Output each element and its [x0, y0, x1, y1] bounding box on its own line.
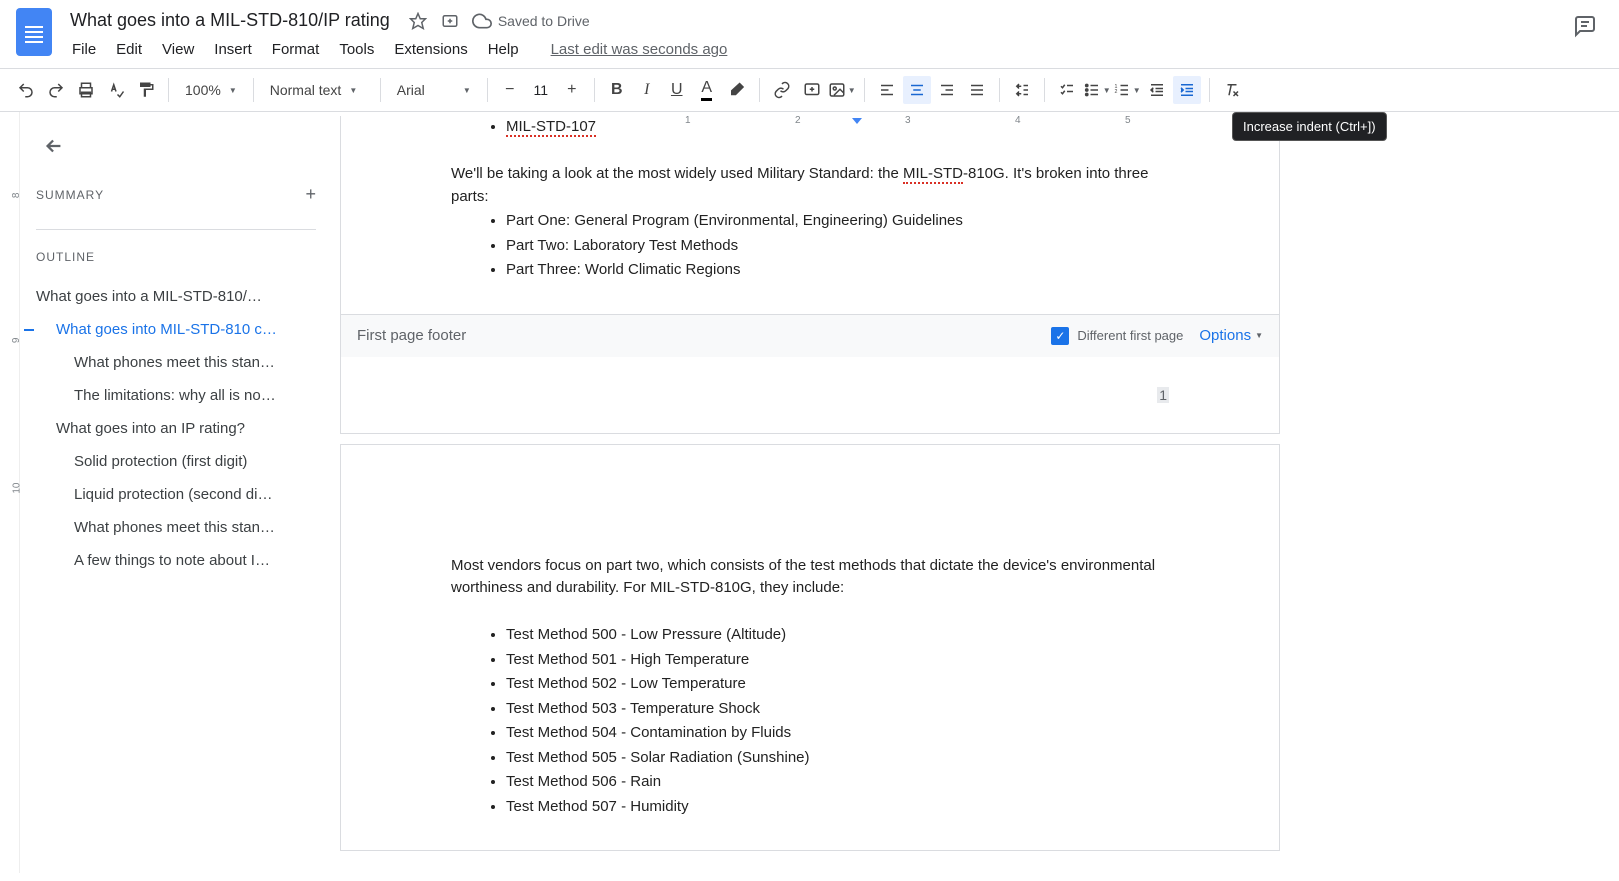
menu-help[interactable]: Help — [480, 37, 527, 62]
print-button[interactable] — [72, 76, 100, 104]
list-item[interactable]: Test Method 500 - Low Pressure (Altitude… — [506, 624, 1169, 647]
paint-format-button[interactable] — [132, 76, 160, 104]
italic-button[interactable]: I — [633, 76, 661, 104]
list-item[interactable]: Test Method 507 - Humidity — [506, 796, 1169, 819]
horizontal-ruler[interactable]: 1 2 3 4 5 6 — [350, 112, 1619, 128]
list-item[interactable]: Test Method 501 - High Temperature — [506, 649, 1169, 672]
menu-edit[interactable]: Edit — [108, 37, 150, 62]
menu-extensions[interactable]: Extensions — [386, 37, 475, 62]
docs-logo-icon[interactable] — [16, 8, 52, 56]
outline-item[interactable]: Solid protection (first digit) — [24, 445, 328, 478]
insert-comment-button[interactable] — [798, 76, 826, 104]
align-center-button[interactable] — [903, 76, 931, 104]
document-page-1: MIL-STD-107 We'll be taking a look at th… — [340, 116, 1280, 434]
comment-history-icon[interactable] — [1567, 8, 1603, 44]
bold-button[interactable]: B — [603, 76, 631, 104]
increase-indent-button[interactable] — [1173, 76, 1201, 104]
cloud-status[interactable]: Saved to Drive — [472, 11, 590, 31]
highlight-button[interactable] — [723, 76, 751, 104]
outline-sidebar: SUMMARY + OUTLINE What goes into a MIL-S… — [20, 112, 340, 873]
list-item[interactable]: Test Method 503 - Temperature Shock — [506, 698, 1169, 721]
checkmark-icon: ✓ — [1051, 327, 1069, 345]
saved-status-text: Saved to Drive — [498, 13, 590, 29]
document-page-2: Most vendors focus on part two, which co… — [340, 444, 1280, 852]
list-item[interactable]: Part Two: Laboratory Test Methods — [506, 235, 1169, 258]
outline-item[interactable]: What phones meet this stan… — [24, 346, 328, 379]
font-select[interactable]: Arial▼ — [389, 78, 479, 102]
undo-button[interactable] — [12, 76, 40, 104]
menu-bar: File Edit View Insert Format Tools Exten… — [64, 37, 1567, 62]
vertical-ruler: 8 9 10 — [0, 112, 20, 873]
insert-link-button[interactable] — [768, 76, 796, 104]
footer-options-button[interactable]: Options▼ — [1199, 327, 1263, 344]
list-item[interactable]: Part Three: World Climatic Regions — [506, 259, 1169, 282]
decrease-indent-button[interactable] — [1143, 76, 1171, 104]
list-item[interactable]: Part One: General Program (Environmental… — [506, 210, 1169, 233]
align-left-button[interactable] — [873, 76, 901, 104]
move-icon[interactable] — [440, 11, 460, 31]
tooltip: Increase indent (Ctrl+]) — [1232, 112, 1387, 141]
paragraph[interactable]: We'll be taking a look at the most widel… — [451, 163, 1169, 208]
outline-item[interactable]: What goes into MIL-STD-810 c… — [24, 313, 328, 346]
outline-item[interactable]: What goes into a MIL-STD-810/… — [24, 280, 328, 313]
footer-editor-bar: First page footer ✓ Different first page… — [341, 314, 1279, 357]
last-edit-link[interactable]: Last edit was seconds ago — [543, 37, 736, 62]
document-title[interactable]: What goes into a MIL-STD-810/IP rating — [64, 8, 396, 33]
outline-item[interactable]: The limitations: why all is no… — [24, 379, 328, 412]
list-item[interactable]: Test Method 502 - Low Temperature — [506, 673, 1169, 696]
list-item[interactable]: Test Method 505 - Solar Radiation (Sunsh… — [506, 747, 1169, 770]
align-right-button[interactable] — [933, 76, 961, 104]
checklist-button[interactable] — [1053, 76, 1081, 104]
menu-format[interactable]: Format — [264, 37, 328, 62]
outline-item[interactable]: Liquid protection (second di… — [24, 478, 328, 511]
numbered-list-button[interactable]: 12▼ — [1113, 76, 1141, 104]
page-footer[interactable]: 1 — [341, 357, 1279, 433]
different-first-page-checkbox[interactable]: ✓ Different first page — [1051, 327, 1183, 345]
menu-insert[interactable]: Insert — [206, 37, 260, 62]
summary-label: SUMMARY — [36, 188, 104, 202]
list-item[interactable]: Test Method 506 - Rain — [506, 771, 1169, 794]
align-justify-button[interactable] — [963, 76, 991, 104]
spellcheck-button[interactable] — [102, 76, 130, 104]
outline-item[interactable]: What phones meet this stan… — [24, 511, 328, 544]
svg-text:2: 2 — [1114, 89, 1117, 95]
document-canvas[interactable]: 1 2 3 4 5 6 MIL-STD-107 We'll be taking … — [340, 112, 1619, 873]
app-header: What goes into a MIL-STD-810/IP rating S… — [0, 0, 1619, 62]
text-color-button[interactable]: A — [693, 76, 721, 104]
underline-button[interactable]: U — [663, 76, 691, 104]
add-summary-button[interactable]: + — [305, 184, 316, 205]
clear-formatting-button[interactable] — [1218, 76, 1246, 104]
font-size-decrease[interactable]: − — [496, 76, 524, 104]
first-line-indent-marker[interactable] — [852, 118, 862, 124]
zoom-select[interactable]: 100%▼ — [177, 78, 245, 102]
redo-button[interactable] — [42, 76, 70, 104]
toolbar: 100%▼ Normal text▼ Arial▼ − 11 + B I U A… — [0, 68, 1619, 112]
paragraph[interactable]: Most vendors focus on part two, which co… — [451, 555, 1169, 600]
insert-image-button[interactable]: ▼ — [828, 76, 856, 104]
outline-item[interactable]: A few things to note about I… — [24, 544, 328, 577]
bullet-list-button[interactable]: ▼ — [1083, 76, 1111, 104]
menu-file[interactable]: File — [64, 37, 104, 62]
line-spacing-button[interactable] — [1008, 76, 1036, 104]
font-size-input[interactable]: 11 — [526, 82, 556, 98]
list-item[interactable]: Test Method 504 - Contamination by Fluid… — [506, 722, 1169, 745]
star-icon[interactable] — [408, 11, 428, 31]
font-size-increase[interactable]: + — [558, 76, 586, 104]
paragraph-style-select[interactable]: Normal text▼ — [262, 78, 372, 102]
outline-label: OUTLINE — [24, 250, 328, 280]
outline-item[interactable]: What goes into an IP rating? — [24, 412, 328, 445]
footer-label: First page footer — [357, 327, 466, 344]
close-outline-icon[interactable] — [36, 128, 72, 164]
menu-view[interactable]: View — [154, 37, 202, 62]
menu-tools[interactable]: Tools — [331, 37, 382, 62]
cloud-icon — [472, 11, 492, 31]
